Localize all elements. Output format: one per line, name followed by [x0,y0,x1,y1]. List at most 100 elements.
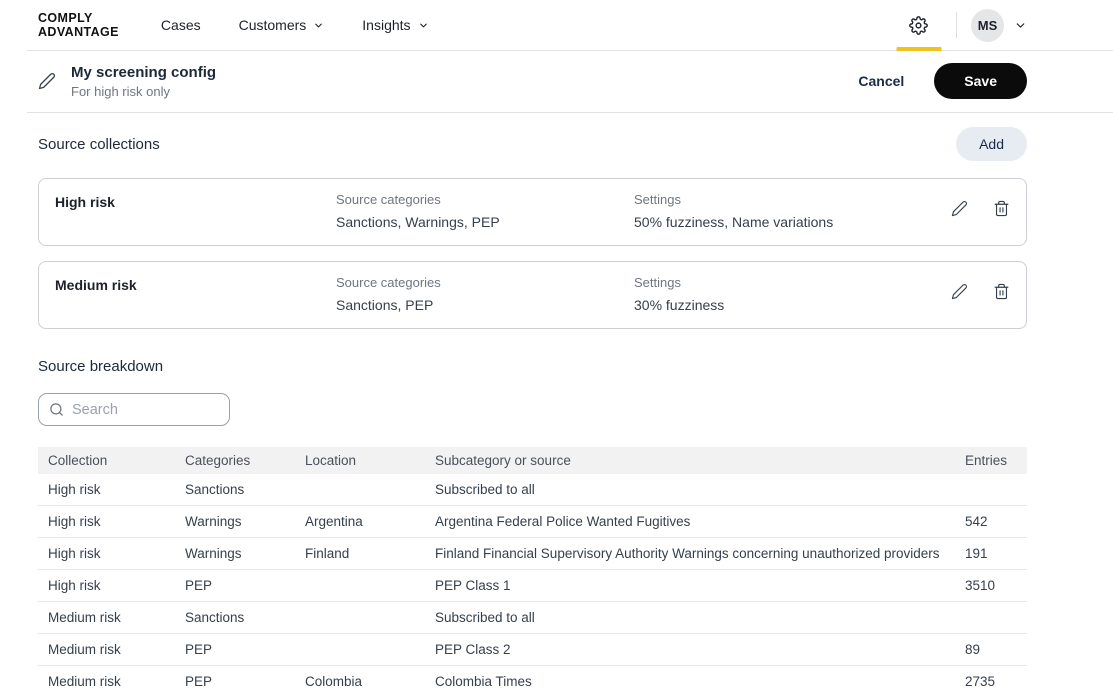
source-breakdown-title: Source breakdown [38,358,1027,375]
delete-collection-button[interactable] [993,200,1010,217]
categories-value: Sanctions, PEP [336,297,634,313]
cell-location [295,474,425,506]
top-nav: COMPLY ADVANTAGE Cases Customers Insight… [27,0,1113,51]
nav-item-insights[interactable]: Insights [362,17,428,33]
edit-collection-button[interactable] [951,200,968,217]
trash-icon [993,200,1010,217]
cell-entries [955,474,1027,506]
nav-item-customers[interactable]: Customers [239,17,325,33]
collection-card-medium-risk: Medium risk Source categories Sanctions,… [38,261,1027,329]
collection-settings-block: Settings 30% fuzziness [634,275,932,313]
cell-collection: Medium risk [38,634,175,666]
page-subtitle: For high risk only [71,84,216,99]
cell-collection: Medium risk [38,666,175,695]
nav-item-cases[interactable]: Cases [161,17,201,33]
cell-location: Finland [295,538,425,570]
collection-actions [932,192,1010,217]
cell-collection: Medium risk [38,602,175,634]
edit-collection-button[interactable] [951,283,968,300]
active-nav-indicator [896,47,941,51]
table-row: Medium risk PEP Colombia Colombia Times … [38,666,1027,695]
source-breakdown-table: Collection Categories Location Subcatego… [38,447,1027,695]
trash-icon [993,283,1010,300]
settings-label: Settings [634,275,932,290]
cell-categories: Warnings [175,538,295,570]
cell-categories: PEP [175,666,295,695]
table-row: High risk PEP PEP Class 1 3510 [38,570,1027,602]
cell-subcategory: PEP Class 2 [425,634,955,666]
cell-subcategory: PEP Class 1 [425,570,955,602]
cell-subcategory: Colombia Times [425,666,955,695]
table-row: High risk Warnings Argentina Argentina F… [38,506,1027,538]
cell-location [295,634,425,666]
cell-categories: PEP [175,570,295,602]
collection-categories-block: Source categories Sanctions, Warnings, P… [336,192,634,230]
cell-entries: 2735 [955,666,1027,695]
cell-categories: Warnings [175,506,295,538]
source-collections-title: Source collections [38,136,160,153]
source-collections-header: Source collections Add [38,127,1027,161]
nav-item-label: Customers [239,17,307,33]
cell-categories: Sanctions [175,602,295,634]
cell-subcategory: Argentina Federal Police Wanted Fugitive… [425,506,955,538]
page-title-block: My screening config For high risk only [71,64,216,99]
cell-entries [955,602,1027,634]
search-box[interactable] [38,393,230,426]
column-header-collection: Collection [38,447,175,474]
table-row: High risk Sanctions Subscribed to all [38,474,1027,506]
settings-label: Settings [634,192,932,207]
settings-nav-button[interactable] [895,0,942,50]
cell-entries: 3510 [955,570,1027,602]
column-header-categories: Categories [175,447,295,474]
column-header-entries: Entries [955,447,1027,474]
nav-divider [956,12,957,38]
cell-categories: Sanctions [175,474,295,506]
nav-item-label: Cases [161,17,201,33]
gear-icon [909,16,928,35]
cell-subcategory: Subscribed to all [425,474,955,506]
chevron-down-icon [313,20,324,31]
categories-value: Sanctions, Warnings, PEP [336,214,634,230]
settings-value: 30% fuzziness [634,297,932,313]
cell-collection: High risk [38,570,175,602]
cancel-button[interactable]: Cancel [858,73,904,89]
cell-entries: 191 [955,538,1027,570]
cell-collection: High risk [38,474,175,506]
cell-subcategory: Subscribed to all [425,602,955,634]
comply-advantage-logo[interactable]: COMPLY ADVANTAGE [38,11,119,39]
collection-name: Medium risk [55,275,336,293]
account-menu-chevron-icon[interactable] [1014,19,1027,32]
pencil-icon [951,283,968,300]
save-button[interactable]: Save [934,63,1027,99]
logo-line-1: COMPLY [38,11,119,25]
cell-collection: High risk [38,506,175,538]
add-collection-button[interactable]: Add [956,127,1027,161]
app-root: COMPLY ADVANTAGE Cases Customers Insight… [27,0,1113,695]
nav-item-label: Insights [362,17,410,33]
cell-subcategory: Finland Financial Supervisory Authority … [425,538,955,570]
header-actions: Cancel Save [858,63,1027,99]
page-header: My screening config For high risk only C… [27,51,1113,113]
collection-name: High risk [55,192,336,210]
avatar[interactable]: MS [971,9,1004,42]
cell-location: Colombia [295,666,425,695]
main-content: Source collections Add High risk Source … [27,127,1113,695]
pencil-icon [951,200,968,217]
delete-collection-button[interactable] [993,283,1010,300]
categories-label: Source categories [336,192,634,207]
table-row: Medium risk Sanctions Subscribed to all [38,602,1027,634]
categories-label: Source categories [336,275,634,290]
cell-entries: 542 [955,506,1027,538]
chevron-down-icon [418,20,429,31]
nav-items: Cases Customers Insights [161,17,429,33]
search-input[interactable] [72,402,219,418]
cell-location: Argentina [295,506,425,538]
edit-title-pencil-icon[interactable] [38,72,56,90]
collection-card-high-risk: High risk Source categories Sanctions, W… [38,178,1027,246]
page-title: My screening config [71,64,216,81]
table-header-row: Collection Categories Location Subcatego… [38,447,1027,474]
column-header-location: Location [295,447,425,474]
search-icon [49,402,64,417]
cell-entries: 89 [955,634,1027,666]
collection-categories-block: Source categories Sanctions, PEP [336,275,634,313]
